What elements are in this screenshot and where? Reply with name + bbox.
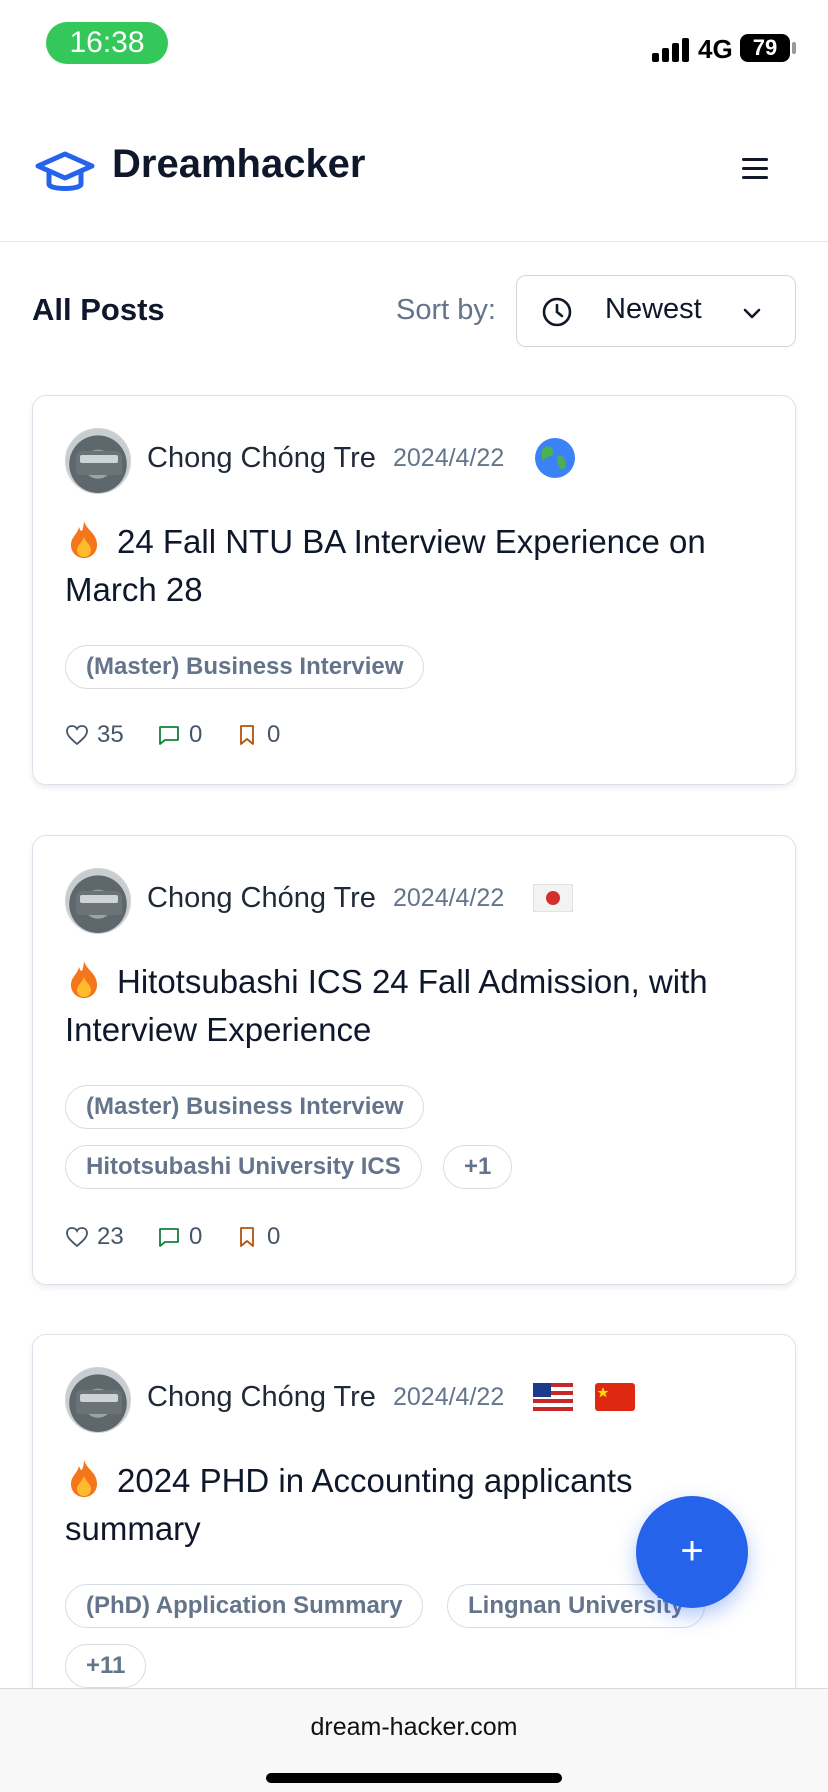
comment-icon [159,726,179,745]
battery-nub [792,42,796,54]
avatar[interactable] [65,1367,131,1433]
like-count: 23 [97,1223,124,1250]
post-author[interactable]: Chong Chóng Tre [147,882,376,915]
signal-icon [652,36,690,62]
sort-select[interactable]: Newest [516,275,796,347]
bookmark-count: 0 [267,1223,281,1250]
post-date: 2024/4/22 [393,884,505,912]
network-label: 4G [698,34,733,64]
post-tag[interactable]: (PhD) Application Summary [65,1584,424,1628]
post-card[interactable]: Chong Chóng Tre 2024/4/22 24 Fall NTU BA… [32,395,796,785]
avatar[interactable] [65,428,131,494]
fire-icon [71,1460,97,1497]
battery-icon: 79 [740,34,790,62]
globe-icon [535,438,575,478]
heart-icon [66,725,88,746]
create-post-button[interactable]: + [636,1496,748,1608]
post-date: 2024/4/22 [393,444,505,472]
post-title-text: Hitotsubashi ICS 24 Fall Admission, with… [65,963,708,1048]
url-text[interactable]: dream-hacker.com [0,1713,828,1742]
avatar[interactable] [65,868,131,934]
post-card[interactable]: Chong Chóng Tre 2024/4/22 Hitotsubashi I… [32,835,796,1285]
post-tag[interactable]: (Master) Business Interview [65,1085,425,1129]
post-title[interactable]: 24 Fall NTU BA Interview Experience on M… [65,518,765,614]
post-tag[interactable]: Hitotsubashi University ICS [65,1145,422,1189]
home-indicator[interactable] [266,1773,562,1783]
comment-count: 0 [189,1223,203,1250]
hamburger-menu-icon[interactable] [742,156,770,182]
more-tags-badge[interactable]: +11 [65,1644,147,1688]
chevron-down-icon [743,308,761,319]
more-tags-badge[interactable]: +1 [443,1145,513,1189]
graduation-cap-icon[interactable] [34,148,96,198]
like-count: 35 [97,721,124,748]
browser-address-bar[interactable]: dream-hacker.com [0,1688,828,1792]
heart-icon [66,1227,88,1248]
post-title-text: 24 Fall NTU BA Interview Experience on M… [65,523,706,608]
post-title[interactable]: Hitotsubashi ICS 24 Fall Admission, with… [65,958,765,1054]
usa-flag-icon [533,1383,573,1411]
sort-label: Sort by: [396,294,496,326]
bookmark-icon [240,725,254,745]
japan-flag-icon [533,884,573,912]
post-date: 2024/4/22 [393,1383,505,1411]
fire-icon [71,521,97,558]
clock-icon [542,297,572,327]
page-title: All Posts [32,292,165,327]
status-bar: 16:38 4G 79 [0,0,828,90]
fire-icon [71,961,97,998]
post-author[interactable]: Chong Chóng Tre [147,1381,376,1414]
status-time: 16:38 [46,22,168,64]
comment-icon [159,1228,179,1247]
comment-count: 0 [189,721,203,748]
china-flag-icon [595,1383,635,1411]
post-title-text: 2024 PHD in Accounting applicants summar… [65,1462,633,1547]
post-author[interactable]: Chong Chóng Tre [147,442,376,475]
post-tag[interactable]: (Master) Business Interview [65,645,425,689]
sort-value: Newest [605,293,702,325]
bookmark-icon [240,1227,254,1247]
brand-name[interactable]: Dreamhacker [112,142,366,187]
site-header: Dreamhacker [0,120,828,242]
bookmark-count: 0 [267,721,281,748]
